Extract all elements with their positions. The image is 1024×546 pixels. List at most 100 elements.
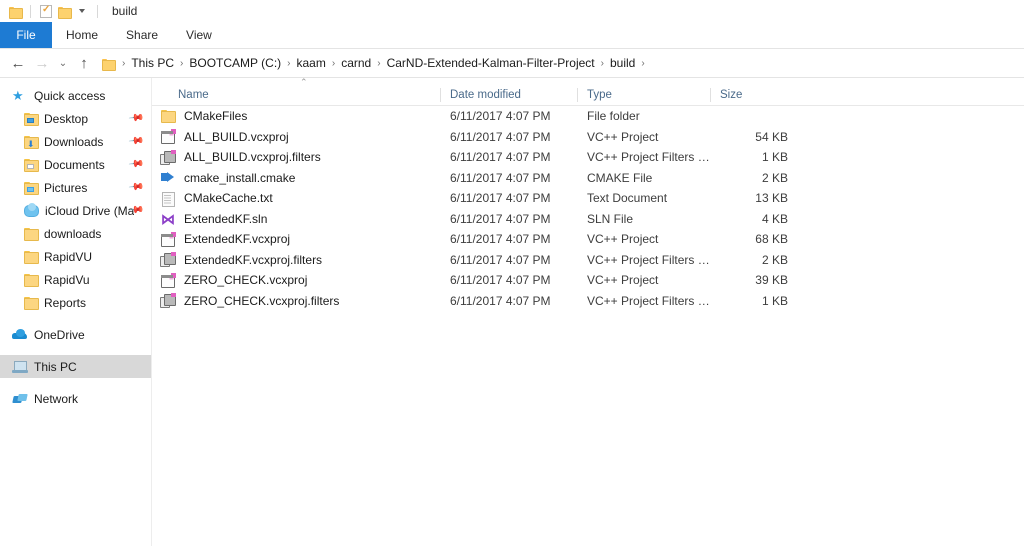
sidebar-item-this-pc[interactable]: This PC [0,355,151,378]
vcxproj-icon [160,231,176,247]
file-name: ZERO_CHECK.vcxproj.filters [184,293,340,308]
sidebar-item-rapidvu-upper[interactable]: RapidVU [0,245,151,268]
table-row[interactable]: ALL_BUILD.vcxproj.filters 6/11/2017 4:07… [152,147,1024,168]
file-name: CMakeFiles [184,109,248,124]
breadcrumb-separator[interactable]: › [284,58,293,69]
address-bar: ← → ⌄ ↑ › This PC › BOOTCAMP (C:) › kaam… [0,49,1024,77]
table-row[interactable]: CMakeCache.txt 6/11/2017 4:07 PM Text Do… [152,188,1024,209]
sidebar-item-network[interactable]: Network [0,387,151,410]
folder-icon [24,296,39,310]
title-separator [97,4,98,18]
network-icon [12,393,28,405]
up-button[interactable]: ↑ [72,51,96,75]
sidebar-item-quick-access[interactable]: ★ Quick access [0,84,151,107]
file-date: 6/11/2017 4:07 PM [450,293,551,308]
qat-new-folder-button[interactable] [55,2,73,20]
file-type: Text Document [587,191,668,206]
file-name-cell: CMakeCache.txt [152,191,440,207]
file-name: CMakeCache.txt [184,191,273,206]
table-row[interactable]: ALL_BUILD.vcxproj 6/11/2017 4:07 PM VC++… [152,127,1024,148]
qat-folder-icon[interactable] [6,2,24,20]
sidebar-item-label: RapidVu [44,272,90,287]
file-name-cell: ExtendedKF.vcxproj.filters [152,252,440,268]
table-row[interactable]: ExtendedKF.vcxproj.filters 6/11/2017 4:0… [152,250,1024,271]
file-date: 6/11/2017 4:07 PM [450,211,551,226]
pin-icon: 📌 [127,133,145,150]
breadcrumb-separator[interactable]: › [598,58,607,69]
table-row[interactable]: ZERO_CHECK.vcxproj 6/11/2017 4:07 PM VC+… [152,270,1024,291]
breadcrumb-separator[interactable]: › [374,58,383,69]
chevron-down-icon [79,9,85,13]
sidebar-item-rapidvu-lower[interactable]: RapidVu [0,268,151,291]
folder-pictures-icon [24,181,39,195]
new-folder-icon [57,6,72,19]
file-name-cell: ExtendedKF.vcxproj [152,231,440,247]
file-name: cmake_install.cmake [184,170,296,185]
file-date: 6/11/2017 4:07 PM [450,170,551,185]
sidebar-item-icloud-drive[interactable]: iCloud Drive (Ma 📌 [0,199,151,222]
breadcrumb-separator[interactable]: › [177,58,186,69]
navigation-pane: ★ Quick access Desktop 📌 ⬇ Downloads 📌 D… [0,78,152,546]
breadcrumb-project[interactable]: CarND-Extended-Kalman-Filter-Project [384,55,598,71]
file-size: 68 KB [755,232,788,247]
tab-view[interactable]: View [172,22,226,48]
visual-studio-solution-icon: ⋈ [161,210,175,227]
sidebar-item-label: Pictures [44,180,88,195]
sidebar-item-downloads[interactable]: ⬇ Downloads 📌 [0,130,151,153]
file-date: 6/11/2017 4:07 PM [450,252,551,267]
star-icon: ★ [12,87,24,103]
explorer-body: ★ Quick access Desktop 📌 ⬇ Downloads 📌 D… [0,77,1024,546]
breadcrumb-carnd[interactable]: carnd [338,55,374,71]
breadcrumb-separator[interactable]: › [638,58,647,69]
sidebar-item-label: OneDrive [34,327,85,342]
forward-button[interactable]: → [30,51,54,75]
breadcrumb-this-pc[interactable]: This PC [128,55,177,71]
breadcrumb-bootcamp[interactable]: BOOTCAMP (C:) [186,55,284,71]
table-row[interactable]: ZERO_CHECK.vcxproj.filters 6/11/2017 4:0… [152,291,1024,312]
back-button[interactable]: ← [6,51,30,75]
recent-locations-button[interactable]: ⌄ [54,51,72,75]
pin-icon: 📌 [127,179,145,196]
properties-icon [40,4,52,18]
file-name: ZERO_CHECK.vcxproj [184,273,308,288]
tab-share[interactable]: Share [112,22,172,48]
file-size: 1 KB [761,293,788,308]
qat-properties-button[interactable] [37,2,55,20]
breadcrumb-build[interactable]: build [607,55,638,71]
sidebar-item-pictures[interactable]: Pictures 📌 [0,176,151,199]
file-name-cell: ALL_BUILD.vcxproj.filters [152,149,440,165]
sidebar-item-desktop[interactable]: Desktop 📌 [0,107,151,130]
tab-file[interactable]: File [0,22,52,48]
tab-home[interactable]: Home [52,22,112,48]
breadcrumb-kaam[interactable]: kaam [294,55,329,71]
table-row[interactable]: ExtendedKF.vcxproj 6/11/2017 4:07 PM VC+… [152,229,1024,250]
sidebar-item-label: Network [34,391,79,406]
title-bar: build [0,0,1024,22]
table-row[interactable]: ⋈ ExtendedKF.sln 6/11/2017 4:07 PM SLN F… [152,209,1024,230]
sidebar-item-documents[interactable]: Documents 📌 [0,153,151,176]
folder-icon [24,273,39,287]
qat-customize-button[interactable] [73,2,91,20]
table-row[interactable]: cmake_install.cmake 6/11/2017 4:07 PM CM… [152,168,1024,189]
file-type: File folder [587,109,640,124]
sidebar-item-reports[interactable]: Reports [0,291,151,314]
column-header-type[interactable]: Type [577,84,710,106]
breadcrumb-separator[interactable]: › [329,58,338,69]
column-header-date-modified[interactable]: Date modified [440,84,577,106]
file-name: ExtendedKF.sln [184,211,268,226]
file-type: VC++ Project [587,129,659,144]
file-date: 6/11/2017 4:07 PM [450,150,551,165]
file-name-cell: ZERO_CHECK.vcxproj [152,272,440,288]
table-row[interactable]: CMakeFiles 6/11/2017 4:07 PM File folder [152,106,1024,127]
breadcrumb: › This PC › BOOTCAMP (C:) › kaam › carnd… [102,55,648,71]
file-size: 39 KB [755,273,788,288]
sidebar-item-downloads-folder[interactable]: downloads [0,222,151,245]
column-header-name[interactable]: Name [152,84,440,106]
sidebar-item-onedrive[interactable]: OneDrive [0,323,151,346]
window-title: build [112,4,138,18]
file-size: 4 KB [761,211,788,226]
sidebar-item-label: Reports [44,295,87,310]
vcxproj-filters-icon [160,252,176,268]
file-type: VC++ Project Filters … [587,293,710,308]
column-header-size[interactable]: Size [710,84,810,106]
